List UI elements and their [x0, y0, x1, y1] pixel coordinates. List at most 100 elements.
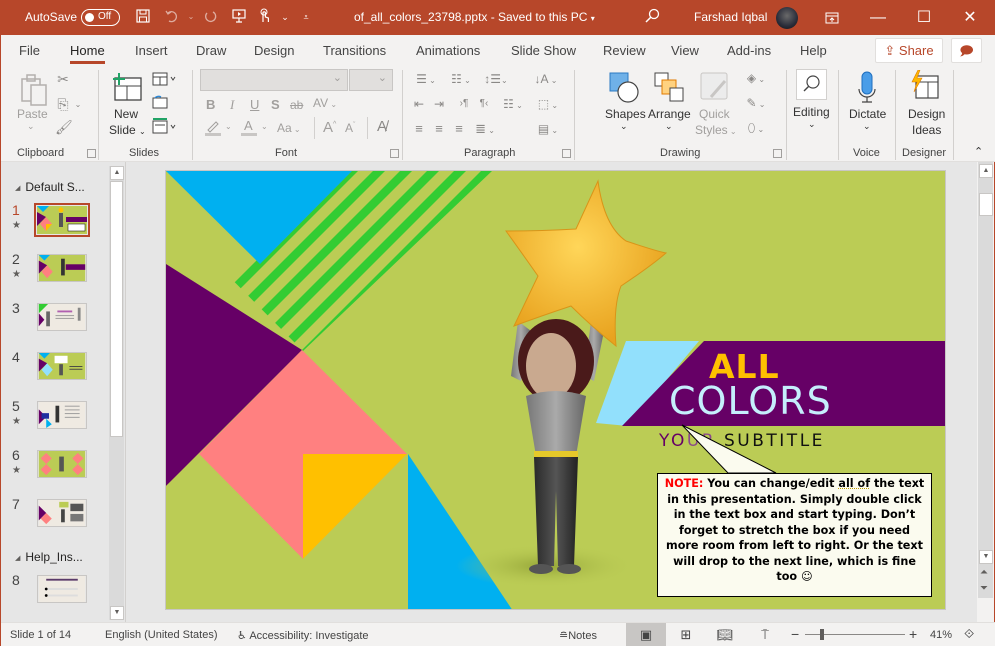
undo-dropdown-icon[interactable]: ⌄ [182, 8, 200, 26]
zoom-level[interactable]: 41% [930, 629, 952, 641]
scroll-down-button[interactable]: ▼ [110, 606, 124, 620]
smartart-icon[interactable]: ▤ ⌄ [533, 121, 563, 139]
quick-styles-button[interactable]: Quick [699, 107, 730, 121]
columns-icon[interactable]: ☷ ⌄ [498, 96, 528, 114]
save-icon[interactable] [134, 8, 152, 26]
font-dialog-launcher-icon[interactable] [390, 149, 399, 158]
tab-draw[interactable]: Draw [196, 43, 226, 58]
scroll-up-button[interactable]: ▲ [979, 164, 993, 178]
strikethrough-button[interactable]: ab [290, 98, 303, 112]
text-shadow-button[interactable]: S [271, 97, 280, 112]
align-right-icon[interactable]: ≡ [451, 121, 467, 137]
slide-sorter-view-button[interactable]: ⊞ [666, 623, 706, 646]
align-left-icon[interactable]: ≡ [411, 121, 427, 137]
line-spacing-icon[interactable]: ↕☰⌄ [481, 71, 511, 89]
clear-formatting-icon[interactable]: A̸ [373, 119, 391, 135]
slide-show-button[interactable]: ⍑ [745, 623, 785, 646]
microphone-icon[interactable] [856, 71, 878, 105]
scroll-down-button[interactable]: ▼ [979, 550, 993, 564]
editing-dropdown-icon[interactable]: ⌄ [808, 119, 816, 130]
scrollbar-thumb[interactable] [979, 193, 993, 216]
ltr-icon[interactable]: ›¶ [456, 96, 472, 112]
paste-icon[interactable] [19, 73, 49, 109]
increase-indent-icon[interactable]: ⇥ [431, 96, 447, 112]
italic-button[interactable]: I [230, 97, 234, 113]
highlight-dropdown-icon[interactable]: ⌄ [225, 122, 232, 131]
tab-home[interactable]: Home [70, 43, 105, 64]
redo-icon[interactable] [201, 8, 219, 26]
ribbon-display-options-icon[interactable] [809, 0, 855, 35]
maximize-icon[interactable]: ☐ [901, 0, 947, 35]
tab-insert[interactable]: Insert [135, 43, 168, 58]
dictate-dropdown-icon[interactable]: ⌄ [863, 121, 871, 132]
design-ideas-line2[interactable]: Ideas [912, 123, 941, 137]
font-name-combobox[interactable] [200, 69, 348, 91]
notes-button[interactable]: ≘Notes [559, 629, 597, 642]
slide-thumbnail-7[interactable] [37, 499, 87, 527]
align-text-icon[interactable]: ⬚ ⌄ [533, 96, 563, 114]
previous-slide-icon[interactable]: ⏶ [980, 567, 988, 578]
touch-mode-dropdown-icon[interactable]: ⌄ [276, 8, 294, 26]
slide-thumbnail-6[interactable] [37, 450, 87, 478]
zoom-slider-thumb[interactable] [820, 629, 825, 640]
bullets-icon[interactable]: ☰ ⌄ [411, 71, 441, 89]
search-icon[interactable] [643, 8, 661, 26]
section-header-help[interactable]: Help_Ins... [15, 550, 82, 564]
close-icon[interactable]: ✕ [947, 0, 993, 35]
increase-font-size-button[interactable]: A^ [323, 119, 336, 136]
comments-button[interactable]: 🗩 [951, 38, 982, 63]
font-color-icon[interactable]: A [239, 118, 259, 139]
rtl-icon[interactable]: ¶‹ [476, 96, 492, 112]
autosave-toggle[interactable]: Off [81, 9, 120, 26]
slide-thumbnail-5[interactable] [37, 401, 87, 429]
save-status[interactable]: Saved to this PC ▾ [498, 10, 595, 24]
shape-effects-icon[interactable]: ⬯ ⌄ [741, 120, 771, 138]
font-size-combobox[interactable] [349, 69, 393, 91]
highlight-color-icon[interactable] [203, 120, 223, 139]
tab-transitions[interactable]: Transitions [323, 43, 386, 58]
normal-view-button[interactable]: ▣ [626, 623, 666, 646]
shape-fill-icon[interactable]: ◈ ⌄ [741, 70, 771, 88]
tab-help[interactable]: Help [800, 43, 827, 58]
font-color-dropdown-icon[interactable]: ⌄ [261, 122, 268, 131]
zoom-out-button[interactable]: − [791, 626, 799, 642]
text-direction-icon[interactable]: ↓A ⌄ [531, 71, 561, 89]
touch-mode-icon[interactable] [256, 8, 274, 26]
zoom-in-button[interactable]: + [909, 626, 917, 642]
slide-subtitle[interactable]: YOUR SUBTITLE [659, 431, 825, 451]
tab-add-ins[interactable]: Add-ins [727, 43, 771, 58]
find-icon[interactable] [796, 69, 827, 100]
decrease-font-size-button[interactable]: Aˇ [345, 121, 355, 135]
cut-icon[interactable]: ✂ [56, 71, 70, 87]
arrange-dropdown-icon[interactable]: ⌄ [665, 121, 673, 132]
share-button[interactable]: ⇪ Share [875, 38, 943, 63]
bold-button[interactable]: B [206, 97, 215, 112]
paste-button[interactable]: Paste [17, 107, 48, 121]
slide-canvas[interactable]: ALL COLORS YOUR SUBTITLE NOTE: You can c… [165, 170, 946, 610]
editing-button[interactable]: Editing [793, 105, 830, 119]
tab-design[interactable]: Design [254, 43, 294, 58]
clipboard-dialog-launcher-icon[interactable] [87, 149, 96, 158]
decrease-indent-icon[interactable]: ⇤ [411, 96, 427, 112]
accessibility-checker[interactable]: ♿︎ Accessibility: Investigate [237, 629, 369, 642]
scroll-up-button[interactable]: ▲ [110, 166, 124, 180]
justify-icon[interactable]: ≣ ⌄ [471, 121, 499, 139]
tab-review[interactable]: Review [603, 43, 646, 58]
slide-scrollbar[interactable] [978, 162, 993, 598]
tab-file[interactable]: File [19, 43, 40, 58]
present-from-beginning-icon[interactable] [230, 8, 248, 26]
change-case-button[interactable]: Aa ⌄ [277, 121, 301, 135]
quick-styles-dropdown[interactable]: Styles ⌄ [695, 123, 737, 137]
user-name[interactable]: Farshad Iqbal [694, 10, 767, 24]
note-callout[interactable]: NOTE: You can change/edit all of the tex… [657, 473, 932, 597]
dictate-button[interactable]: Dictate [849, 107, 886, 121]
quick-styles-icon[interactable] [699, 71, 731, 103]
next-slide-icon[interactable]: ⏷ [980, 583, 988, 594]
tab-view[interactable]: View [671, 43, 699, 58]
slide-thumbnail-8[interactable] [37, 575, 87, 603]
minimize-icon[interactable]: — [855, 0, 901, 35]
tab-animations[interactable]: Animations [416, 43, 480, 58]
slide-thumbnail-1[interactable] [34, 203, 90, 237]
slide-thumbnail-3[interactable] [37, 303, 87, 331]
align-center-icon[interactable]: ≡ [431, 121, 447, 137]
